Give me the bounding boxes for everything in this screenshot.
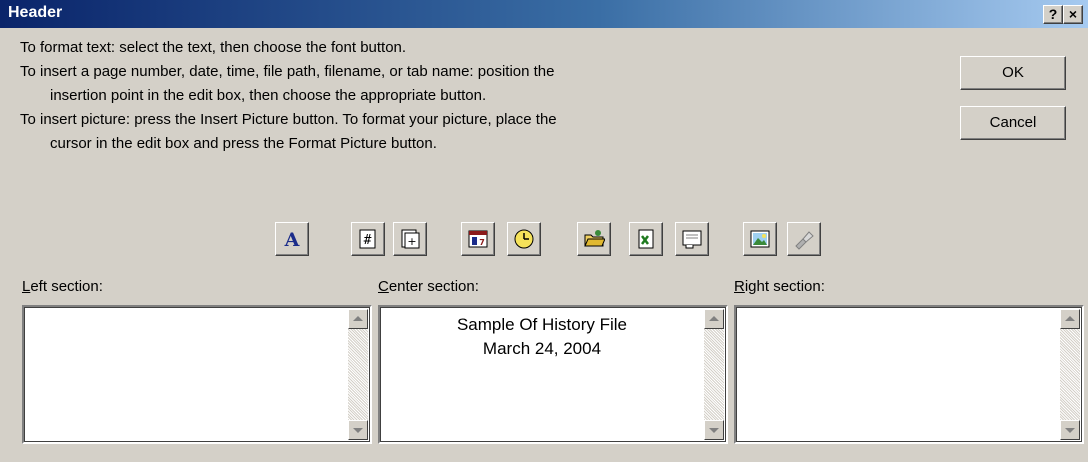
scroll-down-button[interactable]	[1060, 420, 1080, 440]
scroll-down-button[interactable]	[348, 420, 368, 440]
cancel-button[interactable]: Cancel	[960, 106, 1066, 140]
instruction-line: cursor in the edit box and press the For…	[50, 135, 437, 152]
insert-picture-icon	[750, 230, 770, 248]
svg-text:A: A	[284, 229, 300, 250]
arrow-up-icon	[353, 316, 363, 321]
format-picture-icon	[795, 231, 814, 250]
svg-text:7: 7	[479, 238, 485, 247]
page-number-button[interactable]: #	[351, 222, 385, 256]
instruction-line: To insert a page number, date, time, fil…	[20, 63, 555, 80]
file-path-button[interactable]	[577, 222, 611, 256]
center-section-text: Sample Of History File March 24, 2004	[380, 313, 704, 361]
left-scrollbar[interactable]	[348, 309, 368, 440]
arrow-down-icon	[353, 428, 363, 433]
right-section-label: Right section:	[734, 278, 825, 295]
insert-picture-button[interactable]	[743, 222, 777, 256]
arrow-up-icon	[1065, 316, 1075, 321]
instruction-line: insertion point in the edit box, then ch…	[50, 87, 487, 104]
title-bar[interactable]: Header ? ×	[0, 0, 1088, 28]
center-section-input[interactable]: Sample Of History File March 24, 2004	[378, 305, 728, 444]
arrow-down-icon	[709, 428, 719, 433]
time-button[interactable]	[507, 222, 541, 256]
right-section-input[interactable]	[734, 305, 1084, 444]
close-button[interactable]: ×	[1063, 5, 1083, 24]
instruction-line: To insert picture: press the Insert Pict…	[20, 111, 557, 128]
file-path-icon	[584, 230, 605, 247]
left-section-input[interactable]	[22, 305, 372, 444]
scroll-up-button[interactable]	[348, 309, 368, 329]
center-line-1: Sample Of History File	[456, 315, 628, 334]
instructions: To format text: select the text, then ch…	[20, 36, 920, 156]
right-scrollbar[interactable]	[1060, 309, 1080, 440]
sheet-name-button[interactable]	[675, 222, 709, 256]
svg-text:#: #	[364, 233, 372, 248]
instruction-line: To format text: select the text, then ch…	[20, 39, 407, 56]
font-button[interactable]: A	[275, 222, 309, 256]
date-icon: 7	[468, 230, 488, 248]
date-button[interactable]: 7	[461, 222, 495, 256]
arrow-down-icon	[1065, 428, 1075, 433]
page-number-icon: #	[359, 229, 376, 249]
arrow-up-icon	[709, 316, 719, 321]
time-icon	[514, 229, 534, 249]
center-scrollbar[interactable]	[704, 309, 724, 440]
format-picture-button[interactable]	[787, 222, 821, 256]
total-pages-button[interactable]: +	[393, 222, 427, 256]
scroll-up-button[interactable]	[704, 309, 724, 329]
window-title: Header	[8, 4, 63, 21]
help-button[interactable]: ?	[1043, 5, 1063, 24]
center-line-2: March 24, 2004	[482, 339, 602, 358]
scroll-down-button[interactable]	[704, 420, 724, 440]
center-section-label: Center section:	[378, 278, 479, 295]
scroll-up-button[interactable]	[1060, 309, 1080, 329]
sheet-name-icon	[682, 230, 702, 249]
ok-button[interactable]: OK	[960, 56, 1066, 90]
filename-button[interactable]	[629, 222, 663, 256]
font-icon: A	[284, 229, 300, 250]
svg-text:+: +	[407, 235, 416, 248]
left-section-label: Left section:	[22, 278, 103, 295]
total-pages-icon: +	[401, 229, 420, 249]
filename-icon	[638, 229, 654, 249]
